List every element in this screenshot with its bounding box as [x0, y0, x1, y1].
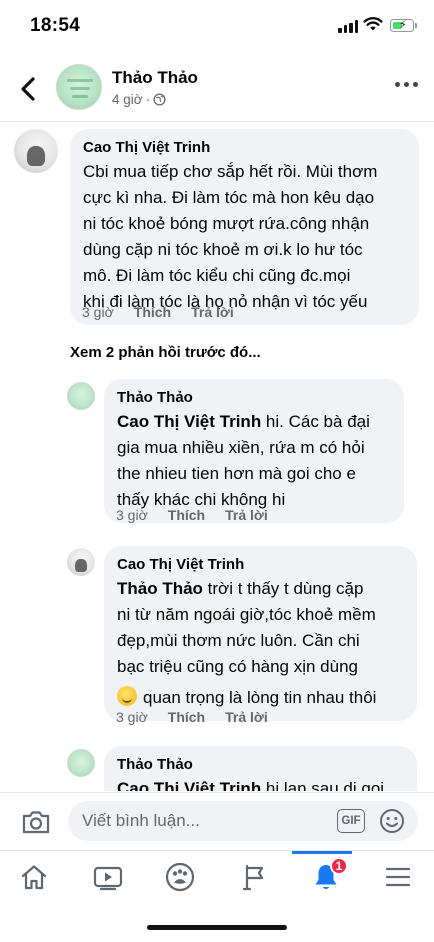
commenter-name[interactable]: Thảo Thảo	[117, 388, 391, 407]
comment-text: Thảo Thảo trời t thấy t dùng cặp ni từ n…	[117, 579, 377, 707]
author-avatar[interactable]	[56, 64, 102, 110]
comment: Cao Thị Việt Trinh Cbi mua tiếp chơ sắp …	[0, 123, 434, 333]
comment-time: 3 giờ	[116, 709, 148, 725]
commenter-avatar[interactable]	[67, 382, 95, 410]
reply: Cao Thị Việt Trinh Thảo Thảo trời t thấy…	[0, 543, 434, 733]
mention-link[interactable]: Thảo Thảo	[117, 579, 203, 598]
more-options-icon[interactable]	[395, 82, 418, 87]
comment-actions: 3 giờ Thích Trả lời	[116, 709, 268, 725]
pages-flag-icon	[242, 864, 264, 891]
commenter-avatar[interactable]	[67, 749, 95, 777]
post-time: 4 giờ	[112, 92, 143, 107]
mention-link[interactable]: Cao Thị Việt Trinh	[117, 779, 261, 791]
comment-input[interactable]	[68, 801, 418, 841]
status-time: 18:54	[30, 15, 81, 36]
menu-icon	[385, 867, 411, 887]
gif-button[interactable]: GIF	[337, 809, 365, 833]
comment-bubble: Cao Thị Việt Trinh Thảo Thảo trời t thấy…	[104, 546, 417, 721]
comment-bubble: Thảo Thảo Cao Thị Việt Trinh hi lan sau …	[104, 746, 417, 791]
comment-text: Cao Thị Việt Trinh hi lan sau di goi	[117, 776, 404, 791]
comment-composer: GIF	[0, 792, 434, 850]
commenter-name[interactable]: Thảo Thảo	[117, 755, 404, 774]
mention-link[interactable]: Cao Thị Việt Trinh	[117, 412, 261, 431]
active-tab-indicator	[292, 851, 352, 854]
groups-icon	[165, 862, 195, 892]
cellular-signal-icon	[338, 20, 358, 33]
reply-button[interactable]: Trả lời	[225, 507, 268, 523]
home-icon	[21, 865, 47, 890]
post-meta: 4 giờ ·	[112, 92, 166, 107]
status-bar: 18:54 ⚡	[0, 0, 434, 54]
rofl-emoji-icon	[117, 686, 137, 706]
reply: Thảo Thảo Cao Thị Việt Trinh hi lan sau …	[0, 743, 434, 791]
commenter-name[interactable]: Cao Thị Việt Trinh	[117, 555, 404, 574]
watch-icon	[93, 866, 123, 891]
home-indicator	[147, 925, 287, 930]
wifi-icon	[363, 17, 383, 31]
post-author-name[interactable]: Thảo Thảo	[112, 68, 198, 88]
emoji-picker-icon[interactable]	[379, 808, 405, 834]
comment-text: Cbi mua tiếp chơ sắp hết rồi. Mùi thơm c…	[83, 162, 378, 311]
comment-bubble: Cao Thị Việt Trinh Cbi mua tiếp chơ sắp …	[70, 129, 419, 325]
reply-button[interactable]: Trả lời	[191, 304, 234, 320]
reply-button[interactable]: Trả lời	[225, 709, 268, 725]
comment-time: 3 giờ	[116, 507, 148, 523]
notification-count-badge: 1	[330, 857, 348, 875]
like-button[interactable]: Thích	[168, 507, 205, 523]
comment-time: 3 giờ	[82, 304, 114, 320]
view-previous-replies-link[interactable]: Xem 2 phản hồi trước đó...	[70, 344, 261, 361]
globe-icon	[153, 93, 166, 106]
like-button[interactable]: Thích	[168, 709, 205, 725]
comments-section: Cao Thị Việt Trinh Cbi mua tiếp chơ sắp …	[0, 123, 434, 791]
tab-menu[interactable]	[380, 859, 416, 895]
back-arrow-icon[interactable]	[16, 72, 42, 106]
tab-watch[interactable]	[90, 859, 126, 895]
post-header: Thảo Thảo 4 giờ ·	[0, 56, 434, 122]
like-button[interactable]: Thích	[134, 304, 171, 320]
tab-groups[interactable]	[162, 859, 198, 895]
commenter-avatar[interactable]	[14, 129, 58, 173]
comment-text: Cao Thị Việt Trinh hi. Các bà đại gia mu…	[117, 412, 370, 509]
camera-icon[interactable]	[20, 807, 52, 837]
bottom-tab-bar: 1	[0, 850, 434, 902]
commenter-avatar[interactable]	[67, 548, 95, 576]
battery-icon: ⚡	[390, 19, 417, 32]
commenter-name[interactable]: Cao Thị Việt Trinh	[83, 138, 406, 157]
tab-home[interactable]	[16, 859, 52, 895]
comment-bubble: Thảo Thảo Cao Thị Việt Trinh hi. Các bà …	[104, 379, 404, 523]
comment-actions: 3 giờ Thích Trả lời	[82, 304, 234, 320]
reply: Thảo Thảo Cao Thị Việt Trinh hi. Các bà …	[0, 375, 434, 535]
comment-actions: 3 giờ Thích Trả lời	[116, 507, 268, 523]
tab-pages[interactable]	[236, 859, 272, 895]
